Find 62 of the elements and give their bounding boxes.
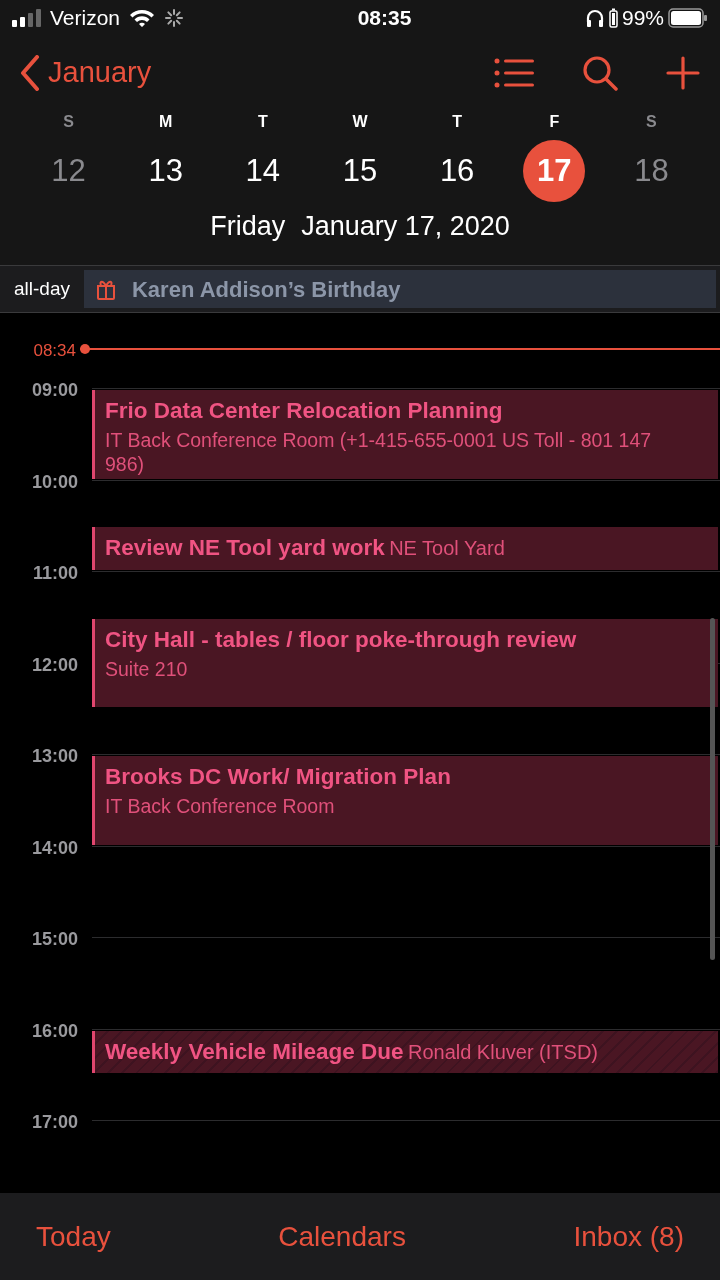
event-location: Ronald Kluver (ITSD) [407,1040,598,1063]
headphones-icon [584,8,605,28]
tab-button[interactable]: Calendars [278,1215,406,1258]
wifi-icon [128,8,157,28]
event-block[interactable]: Weekly Vehicle Mileage Due Ronald Kluver (ITSD) [92,1030,718,1074]
day-number[interactable]: 16 [426,140,489,202]
day-number[interactable]: 18 [620,140,683,202]
activity-spinner-icon [164,8,185,28]
list-icon[interactable] [494,58,534,88]
hour-label: 09:00 [30,379,78,402]
back-link[interactable]: January [20,51,152,95]
battery-small-icon [608,8,618,28]
day-number[interactable]: 13 [134,140,197,202]
current-time: 08:34 [32,340,76,362]
event-block[interactable]: City Hall - tables / floor poke-through review Suite 210 [92,618,718,708]
event-location: IT Back Conference Room [105,793,336,818]
event-title: Weekly Vehicle Mileage Due [105,1038,404,1064]
all-day-label: all-day [13,276,71,301]
search-icon[interactable] [582,55,618,91]
event-title: Karen Addison’s Birthday [132,275,401,304]
event-location: IT Back Conference Room (+1-415-655-0001 US Toll - 801 147 986) [105,427,653,476]
event-title: Brooks DC Work/ Migration Plan [105,763,452,791]
tab-button[interactable]: Today [36,1215,111,1258]
weekday-letter: W [351,112,369,132]
event-block[interactable]: Frio Data Center Relocation Planning IT Back Conference Room (+1-415-655-0001 US Toll - 801 147 986) [92,390,718,479]
event-title: City Hall - tables / floor poke-through review [105,625,578,654]
event-block[interactable]: Review NE Tool yard work NE Tool Yard [92,527,718,570]
day-number[interactable]: 14 [231,140,294,202]
hour-label: 10:00 [30,470,78,494]
add-icon[interactable] [666,56,700,90]
hour-label: 17:00 [30,1111,78,1134]
signal-icon [12,9,42,27]
gift-icon [96,278,116,300]
selected-weekday: Friday [210,210,286,243]
hour-label: 13:00 [30,745,78,768]
chevron-left-icon [20,55,40,91]
tab-button[interactable]: Inbox (8) [573,1215,684,1258]
day-number[interactable]: 15 [329,140,391,202]
event-title: Review NE Tool yard work [105,535,385,561]
battery-icon [668,8,708,28]
weekday-letter: M [158,112,174,132]
hour-label: 14:00 [30,836,78,860]
battery-percent: 99% [621,5,664,32]
carrier-name: Verizon [50,5,121,32]
all-day-event[interactable]: Karen Addison’s Birthday [84,270,716,308]
selected-date: January 17, 2020 [301,210,510,243]
day-number[interactable]: 17 [523,140,586,202]
event-title: Frio Data Center Relocation Planning [105,397,504,425]
weekday-letter: T [451,112,463,132]
hour-label: 12:00 [30,653,78,677]
event-block[interactable]: Brooks DC Work/ Migration Plan IT Back Conference Room [92,756,718,845]
weekday-letter: T [256,112,269,132]
event-location: Suite 210 [105,656,189,681]
weekday-letter: S [62,112,75,132]
weekday-letter: F [548,112,561,132]
weekday-letter: S [645,112,658,132]
clock-time: 08:35 [357,5,412,32]
day-number[interactable]: 12 [37,140,100,202]
event-location: NE Tool Yard [389,537,505,560]
hour-label: 15:00 [30,928,78,951]
hour-label: 11:00 [31,562,78,585]
hour-label: 16:00 [30,1019,78,1043]
